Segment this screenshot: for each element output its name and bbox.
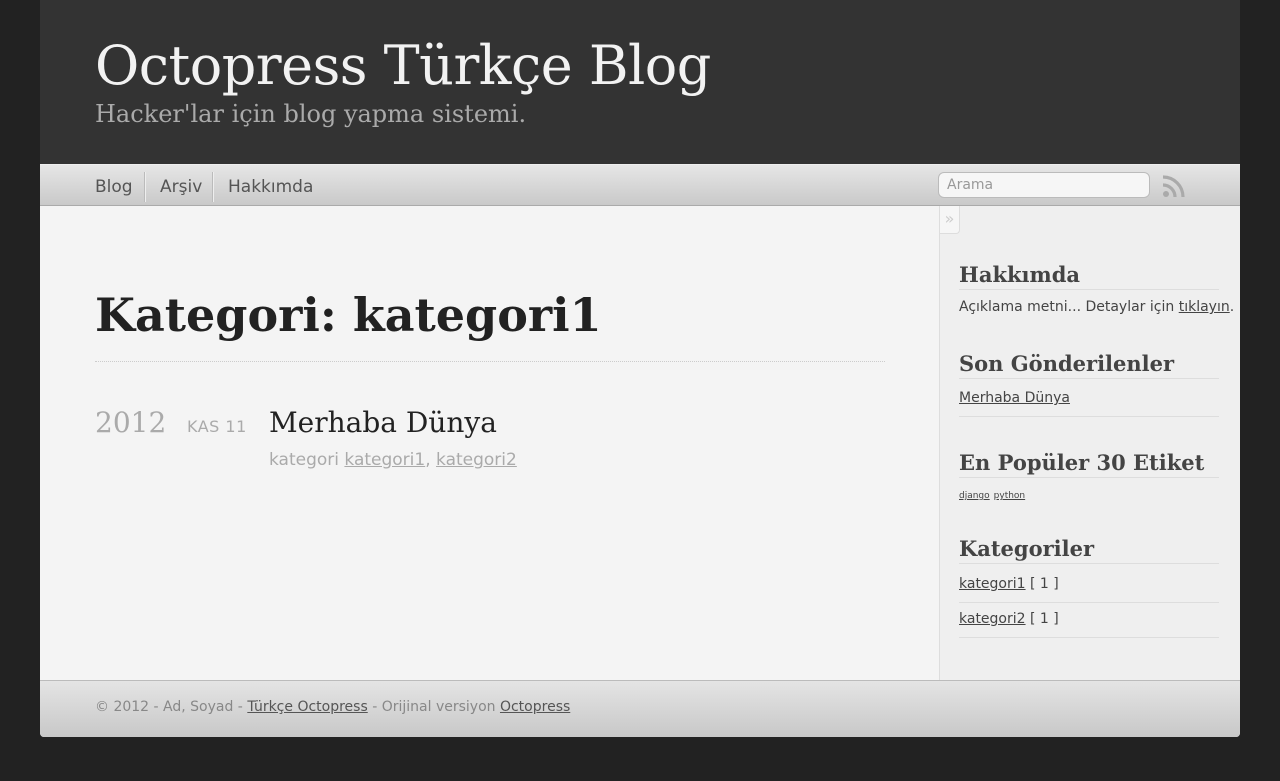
site-subtitle: Hacker'lar için blog yapma sistemi. (95, 100, 527, 128)
nav-divider (212, 172, 214, 202)
post-categories: kategori kategori1, kategori2 (269, 450, 517, 470)
collapse-sidebar-button[interactable]: » (939, 206, 960, 234)
post-category-link[interactable]: kategori1 (344, 450, 425, 470)
footer-original-label: - Orijinal versiyon (372, 699, 496, 715)
sidebar-divider (959, 637, 1219, 638)
sidebar: » Hakkımda Açıklama metni... Detaylar iç… (939, 206, 1240, 680)
category-link[interactable]: kategori2 (959, 611, 1026, 627)
rss-icon[interactable] (1162, 174, 1186, 198)
nav-divider (144, 172, 146, 202)
post-date: KAS 11 (187, 417, 247, 436)
about-suffix: . (1229, 299, 1235, 315)
category-count: [ 1 ] (1030, 576, 1059, 592)
recent-post-item: Merhaba Dünya (959, 390, 1070, 406)
post-year: 2012 (95, 406, 167, 439)
recent-post-link[interactable]: Merhaba Dünya (959, 390, 1070, 406)
tag-link[interactable]: python (994, 491, 1025, 501)
page: Octopress Türkçe Blog Hacker'lar için bl… (40, 0, 1240, 737)
sidebar-divider (959, 602, 1219, 603)
nav-item-blog[interactable]: Blog (95, 172, 133, 202)
site-header: Octopress Türkçe Blog Hacker'lar için bl… (40, 0, 1240, 164)
sidebar-divider (959, 416, 1219, 417)
search-input[interactable] (938, 172, 1150, 198)
footer-link-turkish-octopress[interactable]: Türkçe Octopress (247, 699, 367, 715)
sidebar-recent-heading: Son Gönderilenler (959, 351, 1219, 379)
main-nav: Blog Arşiv Hakkımda (40, 164, 1240, 206)
sidebar-about-heading: Hakkımda (959, 262, 1219, 290)
main-content: Kategori: kategori1 2012 KAS 11 Merhaba … (40, 206, 939, 680)
footer-copyright: © 2012 - Ad, Soyad - (95, 699, 243, 715)
post-categories-label: kategori (269, 450, 339, 470)
post-category-link[interactable]: kategori2 (436, 450, 517, 470)
category-item: kategori1 [ 1 ] (959, 576, 1059, 592)
nav-item-about[interactable]: Hakkımda (228, 172, 313, 202)
sidebar-about-text: Açıklama metni... Detaylar için tıklayın… (959, 299, 1234, 315)
about-description: Açıklama metni... Detaylar için (959, 299, 1175, 315)
sidebar-categories-heading: Kategoriler (959, 536, 1219, 564)
category-link[interactable]: kategori1 (959, 576, 1026, 592)
footer-text: © 2012 - Ad, Soyad - Türkçe Octopress - … (95, 699, 570, 715)
about-link[interactable]: tıklayın (1179, 299, 1230, 315)
page-title: Kategori: kategori1 (95, 288, 602, 342)
post-title-link[interactable]: Merhaba Dünya (269, 406, 497, 439)
tag-cloud: django python (959, 486, 1029, 502)
category-count: [ 1 ] (1030, 611, 1059, 627)
heading-divider (95, 361, 885, 362)
sidebar-tags-heading: En Popüler 30 Etiket (959, 450, 1219, 478)
tag-link[interactable]: django (959, 491, 990, 501)
category-item: kategori2 [ 1 ] (959, 611, 1059, 627)
site-footer: © 2012 - Ad, Soyad - Türkçe Octopress - … (40, 680, 1240, 737)
footer-link-octopress[interactable]: Octopress (500, 699, 570, 715)
site-title[interactable]: Octopress Türkçe Blog (95, 34, 711, 97)
nav-item-archive[interactable]: Arşiv (160, 172, 202, 202)
